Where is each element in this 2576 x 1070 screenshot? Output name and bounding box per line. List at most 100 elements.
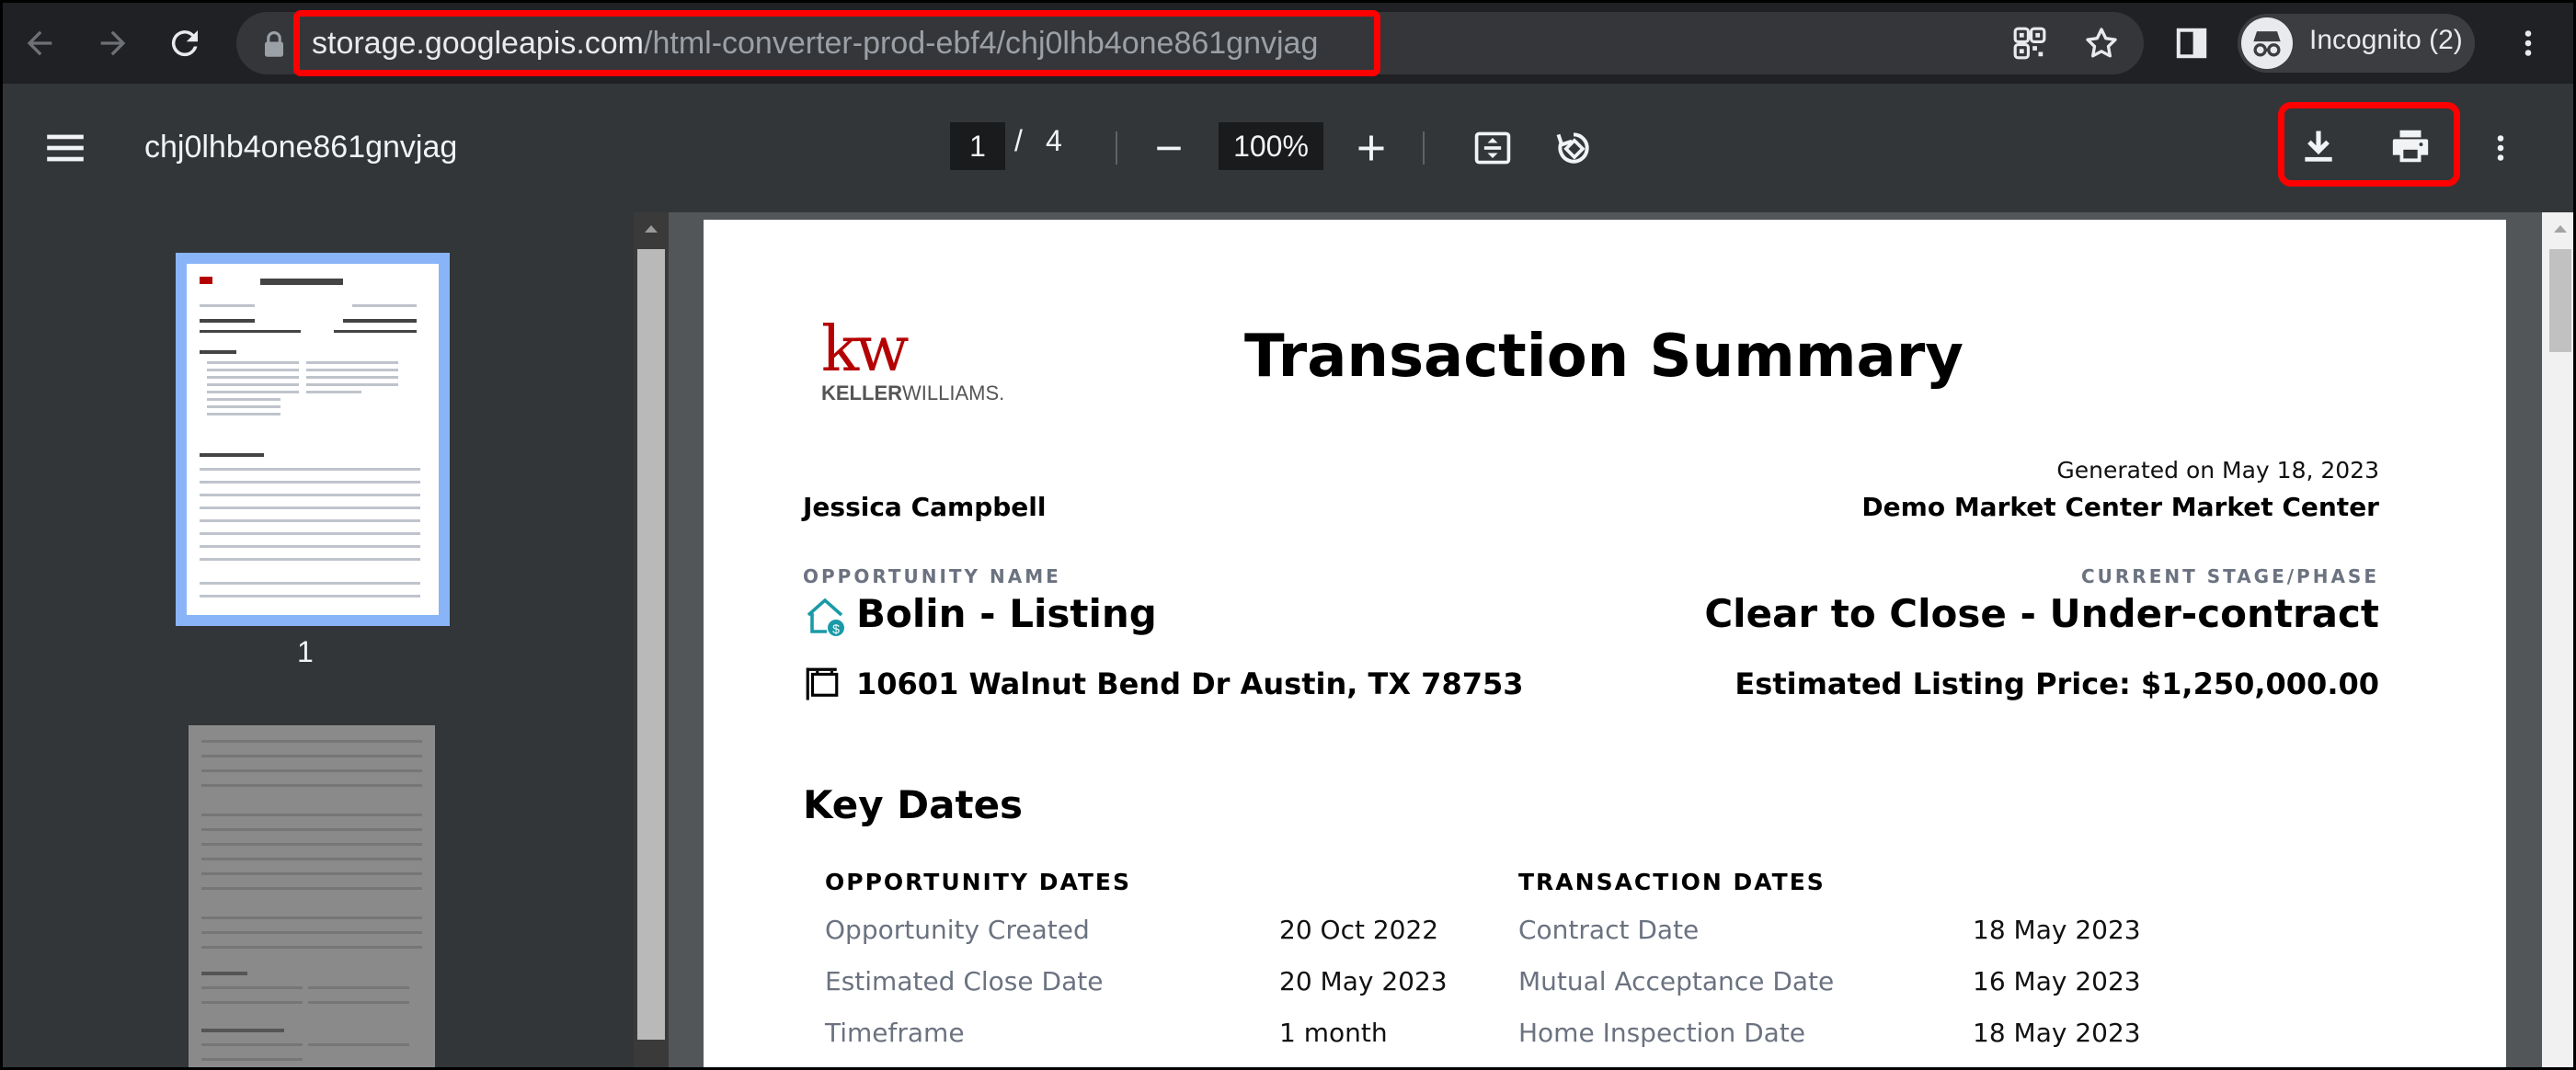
thumb-line [200,494,420,496]
date-row-label: Opportunity Created [825,915,1090,945]
arrow-left-icon [27,30,52,56]
forward-button[interactable] [86,16,141,71]
thumb-line [201,755,422,757]
transaction-dates-heading: TRANSACTION DATES [1518,869,1826,895]
thumb-line [201,769,422,772]
plus-icon [1358,135,1384,161]
thumb-line [306,391,361,393]
incognito-avatar [2241,17,2293,69]
date-row-label: Contract Date [1518,915,1700,945]
toolbar-divider [1116,131,1117,165]
thumb-line [201,740,422,743]
thumb-line [200,519,420,522]
thumb-line [201,1058,303,1061]
chrome-menu-button[interactable] [2506,21,2550,65]
logo-word-b: WILLIAMS. [902,381,1005,404]
document-heading: Transaction Summary [1244,323,1963,391]
logo-mark: kw [821,313,909,386]
thumb-line [308,1043,409,1046]
zoom-level-input[interactable]: 100% [1219,122,1323,170]
toolbar-divider [1423,131,1425,165]
thumb-line [201,814,422,816]
opportunity-dates-heading: OPPORTUNITY DATES [825,869,1132,895]
bookmark-button[interactable] [2079,21,2124,65]
document-title: chj0lhb4one861gnvjag [144,130,458,165]
side-panel-button[interactable] [2170,21,2214,65]
more-vert-icon [2524,30,2532,56]
thumb-line [343,319,417,323]
side-panel-icon [2176,28,2207,59]
minus-icon [1157,146,1181,151]
page-thumbnail-1[interactable] [176,253,450,626]
scroll-up-arrow-icon [645,225,658,233]
svg-text:$: $ [832,621,840,636]
thumb-line [201,946,422,949]
pdf-viewer-area: kw KELLERWILLIAMS. Transaction Summary G… [634,212,2573,1067]
sidebar-scrollbar[interactable] [634,212,669,1067]
zoom-out-button[interactable] [1147,126,1191,170]
thumb-line [201,931,422,934]
pdf-more-button[interactable] [2479,124,2523,172]
date-row-label: Home Inspection Date [1518,1018,1806,1048]
more-vert-icon [2497,135,2504,161]
thumbnail-sidebar: 1 [3,212,634,1067]
thumb-line [201,784,422,787]
pdf-toolbar: chj0lhb4one861gnvjag 1 / 4 100% [3,84,2573,212]
thumb-line [201,828,422,831]
thumb-line [352,304,417,307]
page-thumbnail-2[interactable] [189,725,435,1067]
sidebar-menu-button[interactable] [40,124,91,172]
thumb-line [201,1001,303,1004]
thumb-line [207,376,299,379]
reload-button[interactable] [157,16,212,71]
download-print-highlight-box [2278,102,2460,187]
thumb-line [200,481,420,484]
document-scrollbar[interactable] [2542,212,2573,1067]
arrow-right-icon [100,30,126,56]
opportunity-name-label: OPPORTUNITY NAME [803,565,1061,587]
rotate-button[interactable] [1550,124,1597,172]
market-center: Demo Market Center Market Center [1861,492,2379,522]
pdf-page: kw KELLERWILLIAMS. Transaction Summary G… [704,220,2506,1067]
date-row-value: 20 May 2023 [1279,966,1448,996]
hamburger-menu-icon [47,134,84,162]
thumb-line [207,361,299,364]
incognito-icon [2253,31,2281,57]
fit-to-page-icon [1474,131,1511,165]
stage-value: Clear to Close - Under-contract [1704,591,2379,636]
reload-icon [171,30,198,57]
thumb-line [207,391,299,393]
thumb-line [200,545,420,548]
thumbnail-page-number: 1 [297,635,314,668]
zoom-in-button[interactable] [1349,126,1393,170]
thumbnail-page-preview [187,264,439,615]
back-button[interactable] [12,16,67,71]
agent-name: Jessica Campbell [803,492,1047,522]
fit-page-button[interactable] [1469,124,1517,172]
thumb-line [200,507,420,509]
key-dates-heading: Key Dates [803,782,1024,827]
document-scrollbar-thumb[interactable] [2549,249,2571,352]
thumb-line [207,369,299,371]
stage-label: CURRENT STAGE/PHASE [2080,565,2379,587]
date-row-value: 1 month [1279,1018,1388,1048]
browser-toolbar: storage.googleapis.com/html-converter-pr… [3,3,2573,84]
incognito-label: Incognito (2) [2309,25,2463,55]
estimated-listing-price: Estimated Listing Price: $1,250,000.00 [1735,666,2379,701]
generated-date: Generated on May 18, 2023 [2056,457,2379,484]
thumb-line [201,843,422,846]
sidebar-scrollbar-thumb[interactable] [637,249,665,1040]
date-row-value: 16 May 2023 [1973,966,2141,996]
thumb-line [201,986,303,989]
qr-code-button[interactable] [2008,21,2052,65]
thumb-line [201,1043,303,1046]
page-number-input[interactable]: 1 [950,122,1005,170]
logo-wordmark: KELLERWILLIAMS. [821,381,1004,405]
thumb-line [207,398,280,401]
date-row-value: 20 Oct 2022 [1279,915,1439,945]
thumb-line [201,887,422,890]
browser-window: storage.googleapis.com/html-converter-pr… [0,0,2576,1070]
thumb-line [306,376,398,379]
thumb-line [201,858,422,860]
property-sign-icon [806,667,839,700]
